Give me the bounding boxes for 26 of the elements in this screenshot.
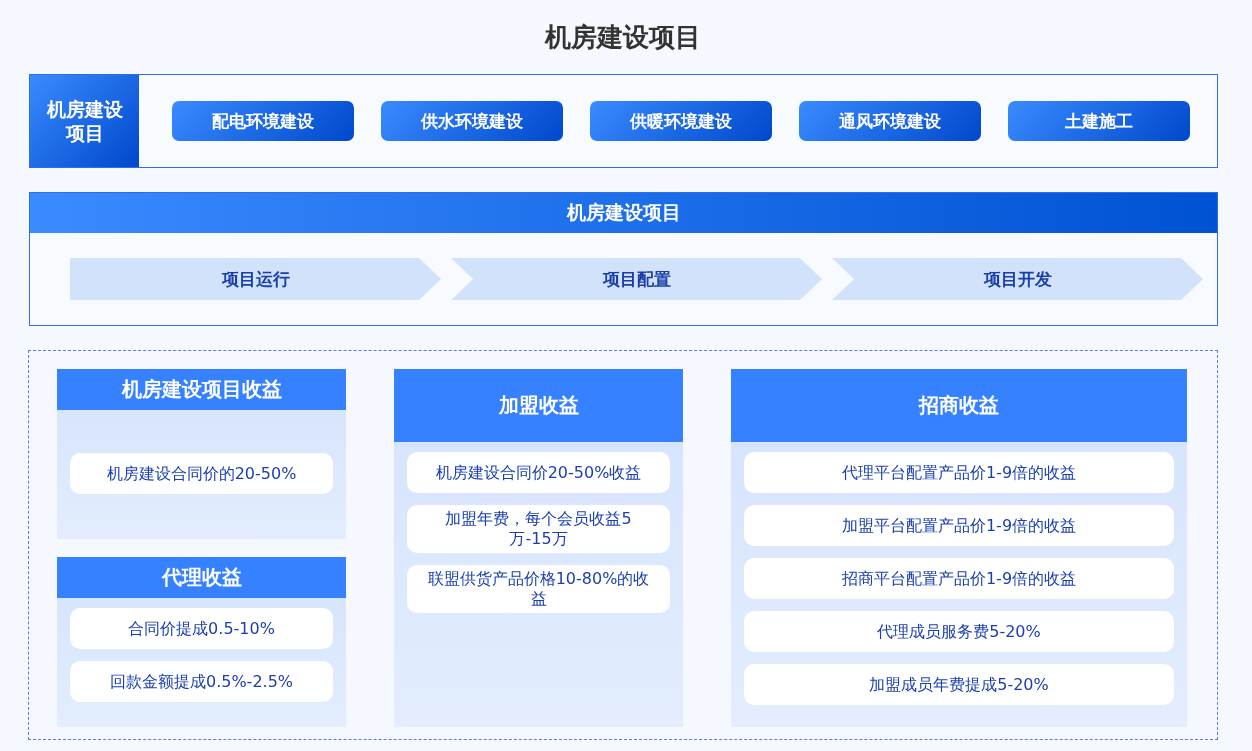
- revenue-item: 机房建设合同价的20-50%: [70, 453, 333, 494]
- revenue-item: 联盟供货产品价格10-80%的收益: [407, 565, 670, 613]
- revenue-item: 代理成员服务费5-20%: [744, 611, 1174, 652]
- panel-label: 机房建设项目: [30, 75, 139, 167]
- category-button[interactable]: 通风环境建设: [798, 101, 981, 141]
- revenue-item: 招商平台配置产品价1-9倍的收益: [744, 558, 1174, 599]
- process-header: 机房建设项目: [30, 193, 1217, 233]
- revenue-item: 代理平台配置产品价1-9倍的收益: [744, 452, 1174, 493]
- revenue-item: 合同价提成0.5-10%: [70, 608, 333, 649]
- category-button[interactable]: 供水环境建设: [381, 101, 564, 141]
- process-step: 项目开发: [832, 258, 1203, 300]
- revenue-item: 机房建设合同价20-50%收益: [407, 452, 670, 493]
- category-button[interactable]: 供暖环境建设: [590, 101, 772, 141]
- category-button[interactable]: 土建施工: [1007, 101, 1190, 141]
- revenue-item: 加盟年费，每个会员收益5万-15万: [407, 505, 670, 553]
- revenue-item: 加盟平台配置产品价1-9倍的收益: [744, 505, 1174, 546]
- card-header: 机房建设项目收益: [57, 369, 346, 410]
- page-title: 机房建设项目: [545, 21, 701, 54]
- revenue-item: 回款金额提成0.5%-2.5%: [70, 661, 333, 702]
- card-header: 代理收益: [57, 557, 346, 598]
- revenue-item: 加盟成员年费提成5-20%: [744, 664, 1174, 705]
- process-step: 项目配置: [451, 258, 822, 300]
- category-button[interactable]: 配电环境建设: [172, 101, 355, 141]
- process-step: 项目运行: [70, 258, 441, 300]
- card-header: 加盟收益: [394, 369, 683, 442]
- card-header: 招商收益: [731, 369, 1187, 442]
